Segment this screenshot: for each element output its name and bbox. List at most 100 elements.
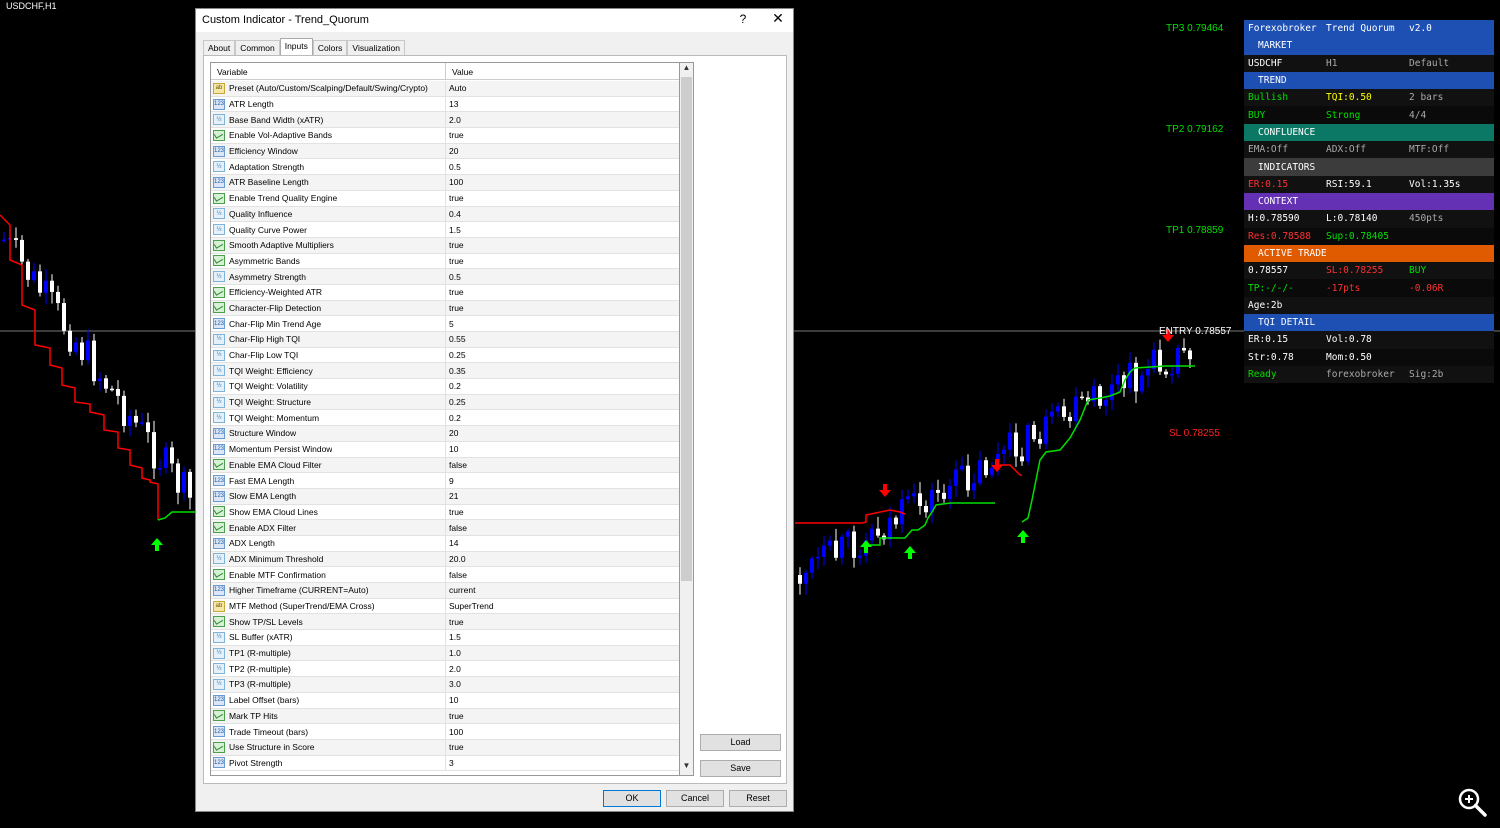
tab-about[interactable]: About (203, 40, 236, 55)
load-button[interactable]: Load (700, 734, 781, 751)
tab-inputs[interactable]: Inputs (279, 38, 313, 55)
param-value[interactable]: 3.0 (446, 679, 461, 689)
table-row[interactable]: Enable MTF Confirmation false (211, 567, 679, 583)
table-row[interactable]: ½ Base Band Width (xATR) 2.0 (211, 112, 679, 129)
column-header-value[interactable]: Value (446, 63, 473, 79)
param-value[interactable]: Auto (446, 83, 467, 93)
param-value[interactable]: true (446, 303, 464, 313)
table-row[interactable]: Enable Vol-Adaptive Bands true (211, 128, 679, 144)
param-value[interactable]: 1.5 (446, 632, 461, 642)
param-value[interactable]: current (446, 585, 475, 595)
param-value[interactable]: true (446, 130, 464, 140)
dialog-titlebar[interactable]: Custom Indicator - Trend_Quorum ? ✕ (196, 9, 793, 32)
close-icon[interactable]: ✕ (770, 10, 786, 27)
table-row[interactable]: Enable Trend Quality Engine true (211, 190, 679, 207)
table-row[interactable]: Asymmetric Bands true (211, 253, 679, 270)
table-row[interactable]: 123 Label Offset (bars) 10 (211, 692, 679, 709)
help-button[interactable]: ? (736, 12, 750, 26)
reset-button[interactable]: Reset (729, 790, 787, 807)
table-row[interactable]: 123 Trade Timeout (bars) 100 (211, 724, 679, 740)
table-row[interactable]: Show EMA Cloud Lines true (211, 504, 679, 521)
scroll-thumb[interactable] (681, 77, 692, 581)
param-value[interactable]: 2.0 (446, 115, 461, 125)
cancel-button[interactable]: Cancel (666, 790, 724, 807)
param-value[interactable]: 0.35 (446, 366, 466, 376)
table-row[interactable]: 123 Higher Timeframe (CURRENT=Auto) curren… (211, 583, 679, 599)
table-row[interactable]: Smooth Adaptive Multipliers true (211, 237, 679, 254)
table-row[interactable]: ½ ADX Minimum Threshold 20.0 (211, 551, 679, 568)
tab-common[interactable]: Common (235, 40, 280, 55)
param-value[interactable]: SuperTrend (446, 601, 494, 611)
param-value[interactable]: 100 (446, 177, 463, 187)
table-row[interactable]: Enable EMA Cloud Filter false (211, 457, 679, 474)
table-row[interactable]: 123 Fast EMA Length 9 (211, 473, 679, 489)
table-row[interactable]: 123 Slow EMA Length 21 (211, 488, 679, 505)
table-row[interactable]: ½ TP3 (R-multiple) 3.0 (211, 677, 679, 693)
scroll-up-icon[interactable]: ▲ (680, 63, 693, 77)
zoom-icon[interactable] (1456, 786, 1488, 818)
table-row[interactable]: ½ Char-Flip High TQI 0.55 (211, 332, 679, 348)
table-row[interactable]: ½ TQI Weight: Structure 0.25 (211, 394, 679, 411)
table-row[interactable]: Character-Flip Detection true (211, 300, 679, 317)
table-row[interactable]: ½ TQI Weight: Volatility 0.2 (211, 379, 679, 395)
table-row[interactable]: 123 Momentum Persist Window 10 (211, 441, 679, 458)
table-row[interactable]: Mark TP Hits true (211, 708, 679, 725)
param-value[interactable]: true (446, 256, 464, 266)
param-value[interactable]: 0.2 (446, 413, 461, 423)
scroll-down-icon[interactable]: ▼ (680, 761, 693, 775)
param-value[interactable]: 0.5 (446, 162, 461, 172)
param-value[interactable]: 21 (446, 491, 458, 501)
param-value[interactable]: 100 (446, 727, 463, 737)
table-row[interactable]: ½ Asymmetry Strength 0.5 (211, 269, 679, 285)
param-value[interactable]: 5 (446, 319, 454, 329)
table-row[interactable]: 123 ADX Length 14 (211, 535, 679, 552)
param-value[interactable]: false (446, 523, 467, 533)
param-value[interactable]: true (446, 617, 464, 627)
table-row[interactable]: ½ TQI Weight: Momentum 0.2 (211, 410, 679, 427)
param-value[interactable]: false (446, 570, 467, 580)
param-value[interactable]: 0.25 (446, 397, 466, 407)
param-value[interactable]: 0.5 (446, 272, 461, 282)
table-row[interactable]: Enable ADX Filter false (211, 520, 679, 536)
param-value[interactable]: 9 (446, 476, 454, 486)
tab-visualization[interactable]: Visualization (347, 40, 405, 55)
table-row[interactable]: Efficiency-Weighted ATR true (211, 284, 679, 301)
table-row[interactable]: ½ Char-Flip Low TQI 0.25 (211, 347, 679, 364)
table-row[interactable]: 123 Structure Window 20 (211, 426, 679, 442)
param-value[interactable]: 10 (446, 695, 458, 705)
param-value[interactable]: 13 (446, 99, 458, 109)
table-row[interactable]: 123 Efficiency Window 20 (211, 143, 679, 160)
param-value[interactable]: false (446, 460, 467, 470)
param-value[interactable]: 0.4 (446, 209, 461, 219)
param-value[interactable]: 0.25 (446, 350, 466, 360)
table-row[interactable]: ½ TP1 (R-multiple) 1.0 (211, 645, 679, 662)
table-row[interactable]: 123 ATR Length 13 (211, 96, 679, 113)
table-row[interactable]: 123 Char-Flip Min Trend Age 5 (211, 316, 679, 332)
tab-colors[interactable]: Colors (312, 40, 348, 55)
table-row[interactable]: Show TP/SL Levels true (211, 614, 679, 631)
param-value[interactable]: 1.5 (446, 225, 461, 235)
column-header-variable[interactable]: Variable (211, 63, 446, 79)
param-value[interactable]: 2.0 (446, 664, 461, 674)
param-value[interactable]: true (446, 507, 464, 517)
table-row[interactable]: 123 Pivot Strength 3 (211, 755, 679, 772)
table-row[interactable]: ab MTF Method (SuperTrend/EMA Cross) Super… (211, 598, 679, 615)
save-button[interactable]: Save (700, 760, 781, 777)
param-value[interactable]: true (446, 193, 464, 203)
param-value[interactable]: 0.2 (446, 381, 461, 391)
param-value[interactable]: 3 (446, 758, 454, 768)
grid-scrollbar[interactable]: ▲ ▼ (680, 62, 694, 776)
param-value[interactable]: 0.55 (446, 334, 466, 344)
param-value[interactable]: true (446, 742, 464, 752)
table-row[interactable]: ½ Adaptation Strength 0.5 (211, 159, 679, 176)
table-row[interactable]: ½ TP2 (R-multiple) 2.0 (211, 661, 679, 678)
param-value[interactable]: 1.0 (446, 648, 461, 658)
table-row[interactable]: ½ Quality Curve Power 1.5 (211, 222, 679, 238)
table-row[interactable]: Use Structure in Score true (211, 739, 679, 756)
param-value[interactable]: 10 (446, 444, 458, 454)
param-value[interactable]: 20 (446, 428, 458, 438)
table-row[interactable]: ½ Quality Influence 0.4 (211, 206, 679, 223)
param-value[interactable]: 20 (446, 146, 458, 156)
table-row[interactable]: ab Preset (Auto/Custom/Scalping/Default/S… (211, 81, 679, 97)
param-value[interactable]: true (446, 240, 464, 250)
